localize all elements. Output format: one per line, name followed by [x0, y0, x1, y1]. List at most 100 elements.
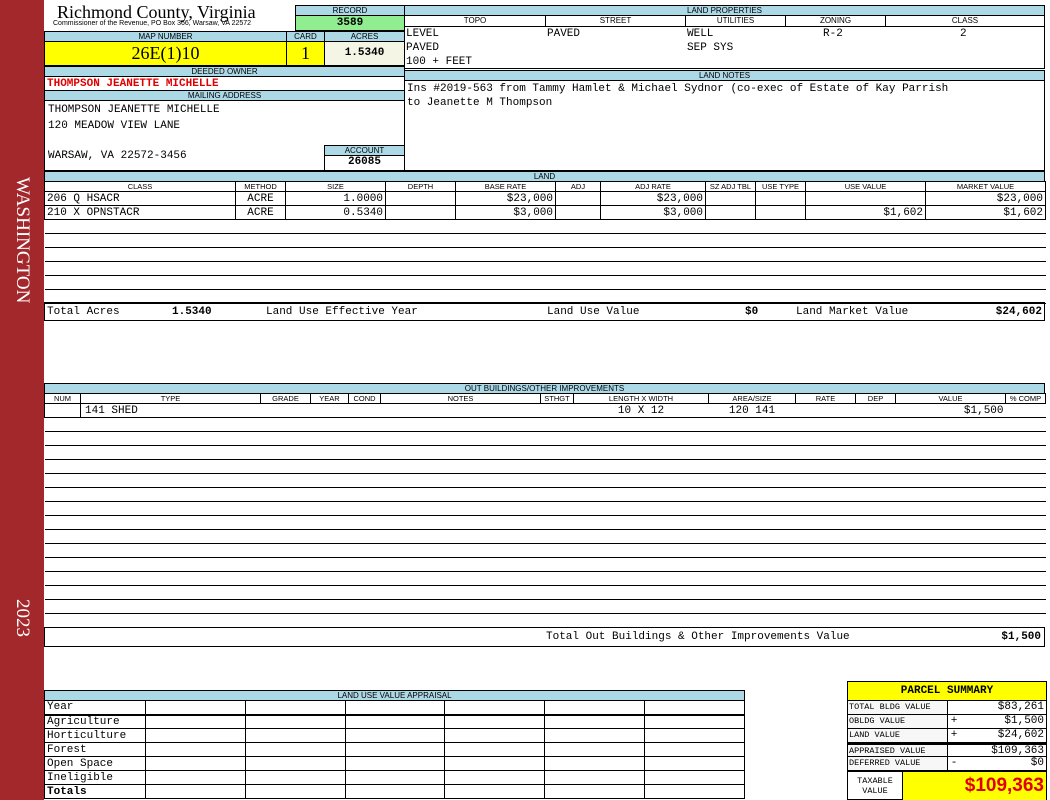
- outbuilding-cell: [895, 515, 1006, 530]
- outbuilding-cell: [795, 403, 856, 418]
- outbuilding-cell: [44, 571, 81, 586]
- summary-row: APPRAISED VALUE $109,363: [848, 743, 1046, 757]
- district-name: WASHINGTON: [12, 176, 33, 304]
- outbuilding-cell: [855, 543, 896, 558]
- outbuilding-cell: [80, 431, 261, 446]
- outbuilding-column-header: DEP: [855, 393, 896, 404]
- land-cell: $23,000: [925, 191, 1046, 206]
- land-cell: ACRE: [235, 191, 286, 206]
- outbuilding-cell: [795, 515, 856, 530]
- table-row: [44, 501, 1046, 516]
- land-cell: [555, 219, 601, 234]
- summary-value: $0: [1030, 757, 1044, 769]
- table-row: [44, 247, 1046, 262]
- outbuildings-total-label: Total Out Buildings & Other Improvements…: [546, 631, 850, 643]
- outbuilding-cell: [1005, 515, 1046, 530]
- outbuilding-cell: [540, 487, 574, 502]
- outbuilding-cell: [380, 515, 541, 530]
- outbuilding-cell: 10 X 12: [573, 403, 709, 418]
- outbuilding-cell: [573, 571, 709, 586]
- land-cell: [925, 233, 1046, 248]
- totals-row: Totals: [44, 784, 745, 799]
- outbuilding-cell: [380, 403, 541, 418]
- outbuilding-cell: [348, 543, 381, 558]
- table-row: [44, 445, 1046, 460]
- outbuilding-cell: [540, 557, 574, 572]
- land-column-header: CLASS: [44, 181, 236, 192]
- outbuilding-cell: [855, 515, 896, 530]
- outbuilding-cell: [795, 445, 856, 460]
- land-cell: [755, 191, 806, 206]
- outbuilding-cell: [1005, 473, 1046, 488]
- land-use-label: Agriculture: [44, 714, 146, 729]
- outbuilding-column-header: NUM: [44, 393, 81, 404]
- outbuilding-cell: [380, 473, 541, 488]
- outbuilding-cell: [855, 599, 896, 614]
- land-cell: [705, 219, 756, 234]
- outbuilding-cell: [540, 599, 574, 614]
- outbuilding-cell: [310, 459, 349, 474]
- land-cell: [600, 233, 706, 248]
- land-column-header: SIZE: [285, 181, 386, 192]
- land-use-cell: [644, 700, 745, 716]
- land-cell: 1.0000: [285, 191, 386, 206]
- summary-label: APPRAISED VALUE: [848, 745, 948, 756]
- land-column-header: BASE RATE: [455, 181, 556, 192]
- land-use-cell: [244, 714, 346, 729]
- topo-value: LEVEL: [406, 28, 440, 40]
- land-cell: [600, 247, 706, 262]
- summary-sign: [948, 701, 960, 714]
- parcel-summary-title: PARCEL SUMMARY: [848, 682, 1046, 701]
- outbuilding-cell: [310, 515, 349, 530]
- outbuilding-cell: [708, 487, 796, 502]
- land-use-row: Open Space: [44, 756, 745, 771]
- land-cell: $1,602: [925, 205, 1046, 220]
- outbuilding-cell: [795, 529, 856, 544]
- outbuilding-cell: [80, 557, 261, 572]
- outbuilding-cell: [310, 403, 349, 418]
- land-cell: [455, 219, 556, 234]
- land-use-cell: [145, 770, 246, 785]
- land-use-label: Open Space: [44, 756, 146, 771]
- table-row: [44, 219, 1046, 234]
- land-cell: [44, 219, 236, 234]
- county-subtitle: Commissioner of the Revenue, PO Box 366,…: [53, 20, 252, 27]
- land-table: CLASS METHOD SIZE DEPTH BASE RATE ADJ ADJ RATE…: [44, 181, 1046, 304]
- outbuilding-cell: [1005, 571, 1046, 586]
- land-use-cell: [244, 742, 346, 757]
- outbuilding-cell: [80, 571, 261, 586]
- outbuilding-cell: [573, 557, 709, 572]
- effective-year-label: Land Use Effective Year: [266, 306, 418, 318]
- land-market-value: $24,602: [995, 306, 1042, 318]
- outbuilding-cell: [573, 501, 709, 516]
- outbuilding-cell: [80, 515, 261, 530]
- outbuilding-cell: [540, 543, 574, 558]
- total-acres: 1.5340: [172, 306, 212, 318]
- land-use-cell: [344, 742, 446, 757]
- card-number: 1: [286, 41, 325, 66]
- land-column-header: MARKET VALUE: [925, 181, 1046, 192]
- address-line-2: 120 MEADOW VIEW LANE: [48, 120, 181, 132]
- outbuilding-cell: [540, 417, 574, 432]
- outbuilding-cell: [260, 403, 311, 418]
- land-use-value-label: Land Use Value: [547, 306, 640, 318]
- land-use-cell: [444, 714, 546, 729]
- outbuilding-cell: [855, 529, 896, 544]
- outbuilding-cell: [708, 571, 796, 586]
- map-number: 26E(1)10: [44, 41, 287, 66]
- land-cell: [805, 233, 926, 248]
- table-row: [44, 233, 1046, 248]
- land-use-cell: [244, 756, 346, 771]
- outbuilding-cell: [260, 585, 311, 600]
- outbuilding-cell: [260, 487, 311, 502]
- outbuilding-cell: [80, 501, 261, 516]
- outbuilding-cell: [1005, 431, 1046, 446]
- outbuilding-cell: [795, 431, 856, 446]
- table-row: 210 X OPNSTACR ACRE 0.5340 $3,000 $3,000 $1,6…: [44, 205, 1046, 220]
- table-row: [44, 557, 1046, 572]
- land-use-row: Ineligible: [44, 770, 745, 785]
- outbuilding-cell: [80, 585, 261, 600]
- land-cell: [385, 275, 456, 290]
- table-row: [44, 515, 1046, 530]
- outbuilding-cell: [44, 459, 81, 474]
